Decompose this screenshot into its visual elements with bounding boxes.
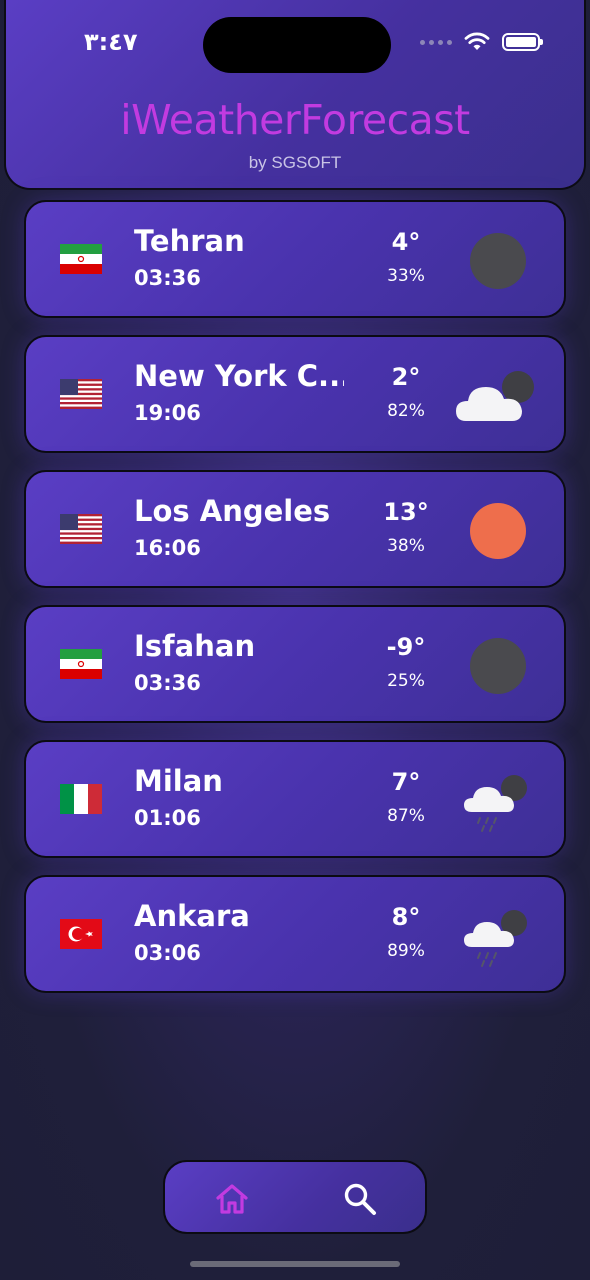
usa-flag-icon xyxy=(60,514,102,544)
battery-icon xyxy=(502,33,543,51)
temperature: 8° xyxy=(391,903,421,931)
turkey-flag-icon xyxy=(60,919,102,949)
app-subtitle: by SGSOFT xyxy=(248,153,342,172)
city-name: Milan xyxy=(134,764,223,798)
status-icons xyxy=(420,32,543,52)
city-name: Isfahan xyxy=(134,629,256,663)
city-card-isfahan[interactable]: Isfahan 03:36 -9° 25% xyxy=(24,605,566,723)
city-card-los-angeles[interactable]: Los Angeles 16:06 13° 38% xyxy=(24,470,566,588)
local-time: 16:06 xyxy=(134,536,201,560)
city-card-ankara[interactable]: Ankara 03:06 8° 89% xyxy=(24,875,566,993)
iran-flag-icon xyxy=(60,244,102,274)
cloudy-night-icon xyxy=(456,363,538,429)
local-time: 03:36 xyxy=(134,266,201,290)
humidity: 33% xyxy=(387,266,425,286)
iran-flag-icon xyxy=(60,649,102,679)
app-header: ٣:٤٧ iWeatherForecast by SGSOFT xyxy=(4,0,586,190)
tab-home[interactable] xyxy=(210,1177,254,1221)
local-time: 03:36 xyxy=(134,671,201,695)
local-time: 01:06 xyxy=(134,806,201,830)
city-card-new-york[interactable]: New York C... 19:06 2° 82% xyxy=(24,335,566,453)
status-time: ٣:٤٧ xyxy=(84,28,138,56)
rain-night-icon xyxy=(456,903,538,969)
city-card-milan[interactable]: Milan 01:06 7° 87% xyxy=(24,740,566,858)
wifi-icon xyxy=(464,32,490,50)
temperature: 13° xyxy=(383,498,429,526)
dynamic-island xyxy=(203,17,391,73)
italy-flag-icon xyxy=(60,784,102,814)
moon-icon xyxy=(456,228,538,294)
rain-night-icon xyxy=(456,768,538,834)
temperature: 4° xyxy=(391,228,421,256)
usa-flag-icon xyxy=(60,379,102,409)
moon-icon xyxy=(456,633,538,699)
temperature: 2° xyxy=(391,363,421,391)
humidity: 87% xyxy=(387,806,425,826)
local-time: 19:06 xyxy=(134,401,201,425)
humidity: 89% xyxy=(387,941,425,961)
temperature: -9° xyxy=(386,633,426,661)
city-card-tehran[interactable]: Tehran 03:36 4° 33% xyxy=(24,200,566,318)
tab-search[interactable] xyxy=(338,1177,382,1221)
home-indicator[interactable] xyxy=(190,1261,400,1267)
temperature: 7° xyxy=(391,768,421,796)
city-name: Tehran xyxy=(134,224,245,258)
app-title: iWeatherForecast xyxy=(120,96,470,144)
city-name: New York C... xyxy=(134,359,344,393)
humidity: 25% xyxy=(387,671,425,691)
cellular-signal-icon xyxy=(420,39,452,45)
city-name: Ankara xyxy=(134,899,250,933)
search-icon xyxy=(344,1183,376,1215)
home-icon xyxy=(216,1184,248,1214)
humidity: 38% xyxy=(387,536,425,556)
city-name: Los Angeles xyxy=(134,494,331,528)
local-time: 03:06 xyxy=(134,941,201,965)
humidity: 82% xyxy=(387,401,425,421)
sun-icon xyxy=(456,498,538,564)
tab-bar xyxy=(163,1160,427,1234)
